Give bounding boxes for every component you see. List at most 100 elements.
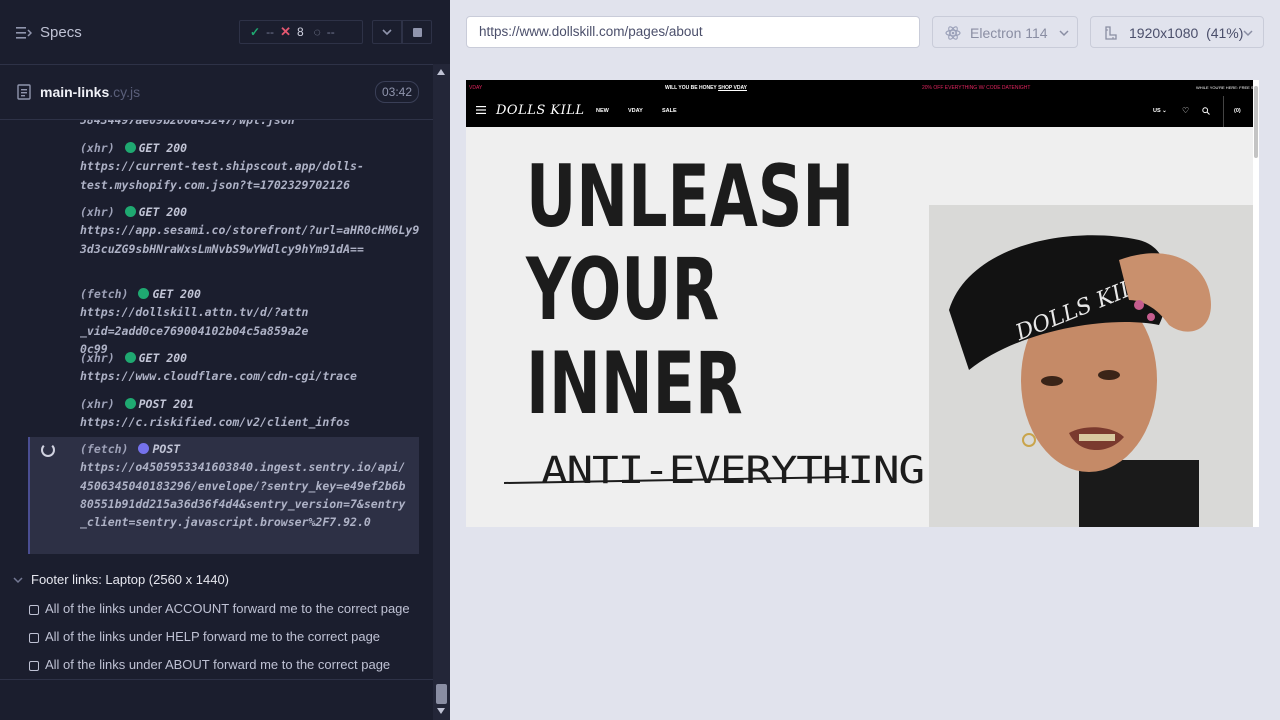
log-entry[interactable]: (xhr) GET 200 https://www.cloudflare.com/… (80, 349, 420, 386)
suite-header[interactable]: Footer links: Laptop (2560 x 1440) (0, 568, 433, 592)
specs-title[interactable]: Specs (40, 24, 82, 41)
log-type: (xhr) (80, 351, 115, 365)
site-nav: DOLLS KILL NEW VDAY SALE US ⌄ ♡ (0) (466, 96, 1259, 127)
chevron-down-icon (1243, 30, 1253, 37)
nav-link-vday[interactable]: VDAY (628, 108, 643, 114)
loading-spinner-icon (41, 443, 55, 457)
test-title: All of the links under ACCOUNT forward m… (45, 601, 410, 616)
promo-discount-text[interactable]: 20% OFF EVERYTHING W/ CODE DATENIGHT (922, 85, 1030, 91)
scroll-up-arrow-icon[interactable] (437, 69, 445, 75)
promo-center-text: WILL YOU BE HONEY SHOP VDAY (665, 85, 747, 91)
log-url: https://c.riskified.com/v2/client_infos (80, 415, 351, 430)
test-item[interactable]: All of the links under ACCOUNT forward m… (0, 597, 433, 621)
test-status-icon (29, 633, 39, 643)
log-type: (xhr) (80, 205, 115, 219)
spec-duration-badge: 03:42 (375, 81, 420, 103)
log-type: (xhr) (80, 141, 115, 155)
promo-right-text: WHILE YOU'RE HERE: FREE ST (1196, 85, 1257, 90)
options-dropdown-button[interactable] (372, 20, 402, 44)
promo-bar: VDAY WILL YOU BE HONEY SHOP VDAY 20% OFF… (466, 80, 1259, 96)
stop-icon (413, 28, 422, 37)
test-title: All of the links under HELP forward me t… (45, 629, 381, 644)
model-illustration: DOLLS KILL (929, 205, 1253, 527)
hero-heading-line: INNER (526, 334, 743, 434)
document-icon (17, 84, 31, 100)
passed-count: -- (266, 25, 275, 39)
promo-center-label: WILL YOU BE HONEY (665, 85, 717, 91)
hero-heading-line: UNLEASH (526, 147, 855, 247)
aut-scrollbar[interactable] (1253, 80, 1259, 527)
scroll-down-arrow-icon[interactable] (437, 708, 445, 714)
log-entry[interactable]: (xhr) POST 201 https://c.riskified.com/v2… (80, 395, 420, 432)
suite-title: Footer links: Laptop (2560 x 1440) (31, 572, 230, 587)
pending-icon: ◌ (313, 25, 321, 39)
spec-file-name[interactable]: main-links.cy.js (40, 84, 140, 100)
dolls-kill-logo[interactable]: DOLLS KILL (496, 103, 585, 118)
menu-icon[interactable] (16, 26, 32, 40)
chevron-down-icon (1059, 30, 1069, 37)
log-url: https://o4505953341603840.ingest.sentry.… (80, 460, 406, 530)
status-dot-icon (138, 443, 150, 454)
test-title: All of the links under ABOUT forward me … (45, 657, 391, 672)
nav-link-sale[interactable]: SALE (662, 108, 677, 114)
viewport-select[interactable]: 1920x1080 (41%) (1090, 16, 1264, 48)
test-item[interactable]: All of the links under HELP forward me t… (0, 625, 433, 649)
shopping-bag-count[interactable]: (0) (1234, 108, 1241, 114)
test-item[interactable]: All of the links under ABOUT forward me … (0, 653, 433, 677)
log-status: GET 200 (138, 351, 188, 365)
hamburger-menu-icon[interactable] (476, 106, 486, 114)
specs-header: Specs ✓ -- ✕ 8 ◌ -- (0, 0, 433, 65)
url-bar[interactable]: https://www.dollskill.com/pages/about (466, 16, 920, 48)
chevron-down-icon (382, 29, 392, 36)
log-entry-truncated[interactable]: 58434497ae09b200a43247/wpt.json (80, 120, 420, 129)
log-type: (fetch) (80, 287, 129, 301)
log-entry[interactable]: (xhr) GET 200 https://app.sesami.co/store… (80, 203, 420, 258)
log-entry[interactable]: (xhr) GET 200 https://current-test.shipsc… (80, 139, 420, 194)
aut-scroll-thumb[interactable] (1254, 86, 1258, 158)
hero-subheading: ANTI-EVERYTHING . (541, 449, 976, 492)
heart-icon[interactable]: ♡ (1182, 106, 1189, 115)
check-icon: ✓ (250, 25, 261, 39)
status-dot-icon (138, 288, 150, 299)
nav-link-new[interactable]: NEW (596, 108, 609, 114)
ruler-icon (1105, 26, 1117, 40)
log-status: POST 201 (138, 397, 195, 411)
stop-button[interactable] (402, 20, 432, 44)
test-status-icon (29, 661, 39, 671)
promo-shop-link[interactable]: SHOP VDAY (718, 85, 747, 91)
spec-file-extension: .cy.js (109, 84, 141, 100)
log-url: https://www.cloudflare.com/cdn-cgi/trace (80, 369, 357, 384)
log-status: GET 200 (152, 287, 201, 301)
status-dot-icon (124, 142, 136, 153)
browser-label: Electron 114 (970, 25, 1048, 41)
log-url: https://current-test.shipscout.app/dolls… (80, 159, 364, 192)
spec-file-basename: main-links (40, 84, 110, 100)
log-url: 58434497ae09b200a43247/wpt.json (80, 120, 295, 127)
app-under-test-frame[interactable]: VDAY WILL YOU BE HONEY SHOP VDAY 20% OFF… (466, 80, 1259, 527)
about-hero: UNLEASH YOUR INNER ANTI-EVERYTHING . DOL… (466, 127, 1253, 527)
search-icon[interactable] (1202, 107, 1210, 115)
pending-count: -- (326, 25, 335, 39)
active-log-content: (fetch) POST https://o4505953341603840.in… (80, 440, 412, 531)
status-dot-icon (124, 398, 136, 409)
log-entry-active[interactable]: (fetch) POST https://o4505953341603840.in… (28, 437, 419, 554)
log-status: GET 200 (138, 141, 188, 155)
currency-selector[interactable]: US ⌄ (1153, 108, 1167, 114)
log-entry[interactable]: (fetch) GET 200 https://dollskill.attn.tv… (80, 285, 420, 358)
viewport-label: 1920x1080 (41%) (1129, 25, 1244, 41)
divider (0, 679, 433, 680)
spec-file-header: main-links.cy.js 03:42 (0, 65, 433, 120)
scroll-thumb[interactable] (436, 684, 447, 704)
x-icon: ✕ (280, 24, 291, 39)
log-url: https://app.sesami.co/storefront/?url=aH… (80, 223, 420, 256)
browser-select[interactable]: Electron 114 (932, 16, 1078, 48)
status-dot-icon (124, 352, 136, 363)
log-status: GET 200 (138, 205, 188, 219)
currency-label: US (1153, 108, 1161, 114)
command-log-scrollbar[interactable] (433, 64, 450, 720)
log-status: POST (152, 442, 181, 456)
promo-left-text[interactable]: VDAY (469, 85, 482, 91)
status-dot-icon (124, 206, 136, 217)
chevron-down-icon (13, 577, 23, 584)
nav-divider (1223, 96, 1224, 127)
